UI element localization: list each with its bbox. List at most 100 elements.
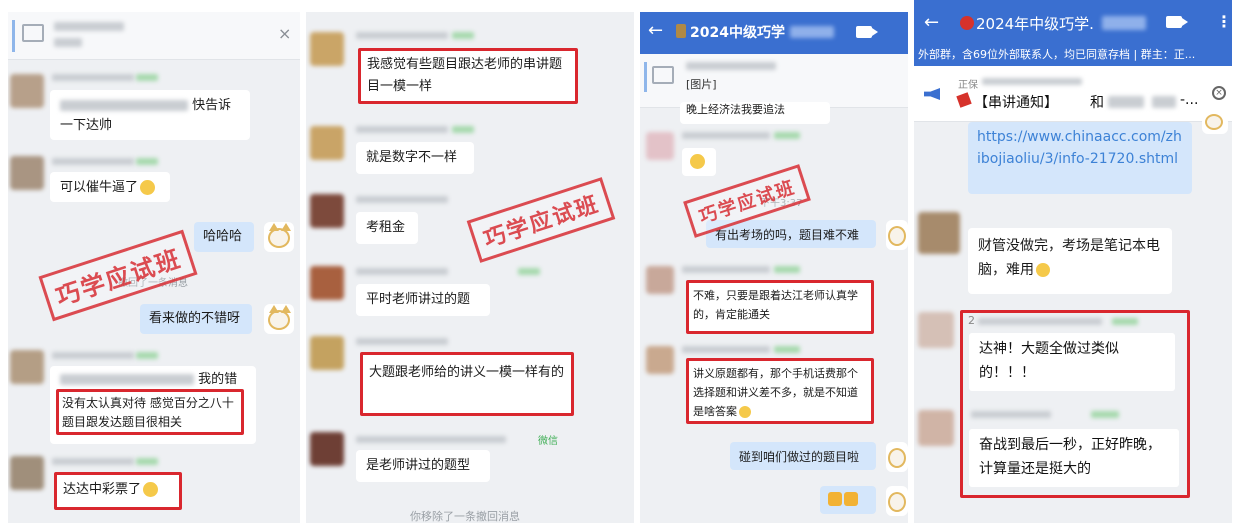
message-bubble: 就是数字不一样 [356, 142, 474, 174]
sunglasses-emoji-icon [690, 154, 705, 169]
highlight-box: 不难，只要是跟着达江老师认真学的，肯定能通关 [686, 280, 874, 334]
avatar [918, 212, 960, 254]
smile-emoji-icon [739, 406, 751, 418]
message-text: 碰到咱们做过的题目啦 [739, 450, 860, 464]
link-text[interactable]: https://www.chinaacc.com/zhibojiaoliu/3/… [977, 129, 1182, 167]
highlight-box: 没有太认真对待 感觉百分之八十题目跟发达题目很相关 [56, 389, 244, 435]
chat-header: ← 2024年中级巧学. ⋮ 外部群，含69位外部联系人，均已同意存档 | 群主… [914, 0, 1232, 66]
highlight-box: 我感觉有些题目跟达老师的串讲题目一模一样 [358, 48, 578, 104]
avatar [310, 194, 344, 228]
highlight-box: 达达中彩票了 [54, 472, 182, 510]
cat-avatar-icon [886, 486, 908, 516]
message-bubble: 考租金 [356, 212, 418, 244]
apple-icon [960, 16, 974, 30]
more-menu-icon[interactable]: ⋮ [1216, 12, 1232, 31]
message-text: 考租金 [366, 220, 406, 235]
avatar [646, 132, 674, 160]
message-text: 就是数字不一样 [366, 150, 458, 165]
message-text: 不难，只要是跟着达江老师认真学的，肯定能通关 [693, 289, 858, 321]
message-bubble: 奋战到最后一秒，正好昨晚，计算量还是挺大的 [969, 429, 1179, 487]
message-text: 是老师讲过的题型 [366, 458, 471, 473]
highlight-box: 大题跟老师给的讲义一模一样有的 [360, 352, 574, 416]
chat-screenshot-1: × 快告诉一下达帅 可以催牛逼了 哈哈哈 撤回了一条消息 看来做的不错呀 我的错… [8, 12, 300, 523]
avatar [10, 350, 44, 384]
pinned-message[interactable]: [图片] [640, 54, 908, 108]
sad-emoji-icon [1036, 263, 1050, 277]
avatar [310, 32, 344, 66]
smirk-emoji-icon [140, 180, 156, 195]
avatar [310, 126, 344, 160]
video-call-icon[interactable] [856, 26, 872, 38]
message-bubble-self: 碰到咱们做过的题目啦 [730, 442, 876, 470]
chat-screenshot-3: ← 2024中级巧学 [图片] 晚上经济法我要追法 下午3:37 有出考场的吗，… [640, 12, 908, 523]
message-text: 大题跟老师给的讲义一模一样有的 [369, 365, 565, 380]
close-icon[interactable]: × [278, 24, 291, 43]
chat-header: ← 2024中级巧学 [640, 12, 908, 54]
avatar [10, 74, 44, 108]
sunglasses-emoji-icon [143, 482, 159, 497]
message-text: 可以催牛逼了 [60, 180, 139, 195]
message-text: 哈哈哈 [203, 229, 243, 244]
message-text: 奋战到最后一秒，正好昨晚，计算量还是挺大的 [979, 437, 1161, 477]
image-icon [22, 24, 44, 42]
cat-avatar-icon [264, 222, 294, 252]
message-text: 有出考场的吗，题目难不难 [715, 228, 860, 242]
stamp-watermark: 巧学应试班 [466, 177, 616, 263]
avatar [646, 346, 674, 374]
message-text: 我的错 [198, 372, 238, 387]
cat-avatar-icon [886, 220, 908, 250]
message-bubble-self: 哈哈哈 [194, 222, 254, 252]
message-bubble: 财管没做完，考场是笔记本电脑，难用 [968, 228, 1172, 294]
red-envelope-icon [956, 92, 972, 108]
avatar [10, 156, 44, 190]
message-text: 我感觉有些题目跟达老师的串讲题目一模一样 [367, 57, 563, 94]
highlight-box: 达神！大题全做过类似的！！！ 奋战到最后一秒，正好昨晚，计算量还是挺大的 [960, 310, 1190, 498]
quote-header: × [8, 12, 300, 60]
avatar [310, 336, 344, 370]
avatar [310, 266, 344, 300]
notice-text: 和 [1090, 95, 1104, 111]
chat-title: 2024年中级巧学. [976, 15, 1094, 33]
thumbs-up-icon [828, 492, 842, 506]
message-bubble: 快告诉一下达帅 [50, 90, 250, 140]
message-text: 看来做的不错呀 [149, 311, 241, 326]
message-bubble: 晚上经济法我要追法 [680, 102, 830, 124]
video-call-icon[interactable] [1166, 16, 1182, 28]
message-text: 没有太认真对待 感觉百分之八十题目跟发达题目很相关 [62, 396, 234, 429]
notice-text: -... [1180, 92, 1199, 108]
message-text: 晚上经济法我要追法 [686, 103, 785, 116]
chat-screenshot-4: ← 2024年中级巧学. ⋮ 外部群，含69位外部联系人，均已同意存档 | 群主… [914, 0, 1232, 523]
link-message[interactable]: https://www.chinaacc.com/zhibojiaoliu/3/… [968, 122, 1192, 194]
system-notice: 你移除了一条撤回消息 [410, 510, 520, 523]
group-logo-icon [676, 24, 686, 38]
avatar [918, 312, 954, 348]
message-bubble [682, 148, 716, 176]
message-bubble: 可以催牛逼了 [50, 172, 170, 202]
highlight-box: 讲义原题都有，那个手机话费那个选择题和讲义差不多，就是不知道是啥答案 [686, 358, 874, 424]
message-text: 达达中彩票了 [63, 482, 142, 497]
message-bubble-self: 看来做的不错呀 [140, 304, 252, 334]
quote-bar [12, 20, 15, 52]
pinned-label: [图片] [686, 78, 717, 91]
group-notice-banner[interactable]: 正保 【串讲通知】 和 -... × [914, 66, 1232, 122]
back-arrow-icon[interactable]: ← [924, 12, 939, 33]
chat-title: 2024中级巧学 [690, 25, 785, 41]
cat-avatar-icon [886, 442, 908, 472]
message-text: 财管没做完，考场是笔记本电脑，难用 [978, 238, 1160, 278]
notice-sender: 正保 [958, 80, 978, 91]
avatar [310, 432, 344, 466]
back-arrow-icon[interactable]: ← [648, 20, 663, 41]
message-text: 达神！大题全做过类似的！！！ [979, 341, 1119, 381]
avatar [918, 410, 954, 446]
message-bubble: 是老师讲过的题型 [356, 450, 490, 482]
avatar [646, 266, 674, 294]
chat-screenshot-2: 我感觉有些题目跟达老师的串讲题目一模一样 就是数字不一样 考租金 平时老师讲过的… [306, 12, 634, 523]
close-circle-icon[interactable]: × [1212, 86, 1226, 100]
chat-subheader: 外部群，含69位外部联系人，均已同意存档 | 群主：正... [918, 48, 1196, 61]
message-text: 平时老师讲过的题 [366, 292, 471, 307]
image-icon [652, 66, 674, 84]
megaphone-icon [924, 88, 940, 100]
message-bubble: 达神！大题全做过类似的！！！ [969, 333, 1175, 391]
thumbs-up-icon [844, 492, 858, 506]
message-text: 讲义原题都有，那个手机话费那个选择题和讲义差不多，就是不知道是啥答案 [693, 367, 858, 418]
